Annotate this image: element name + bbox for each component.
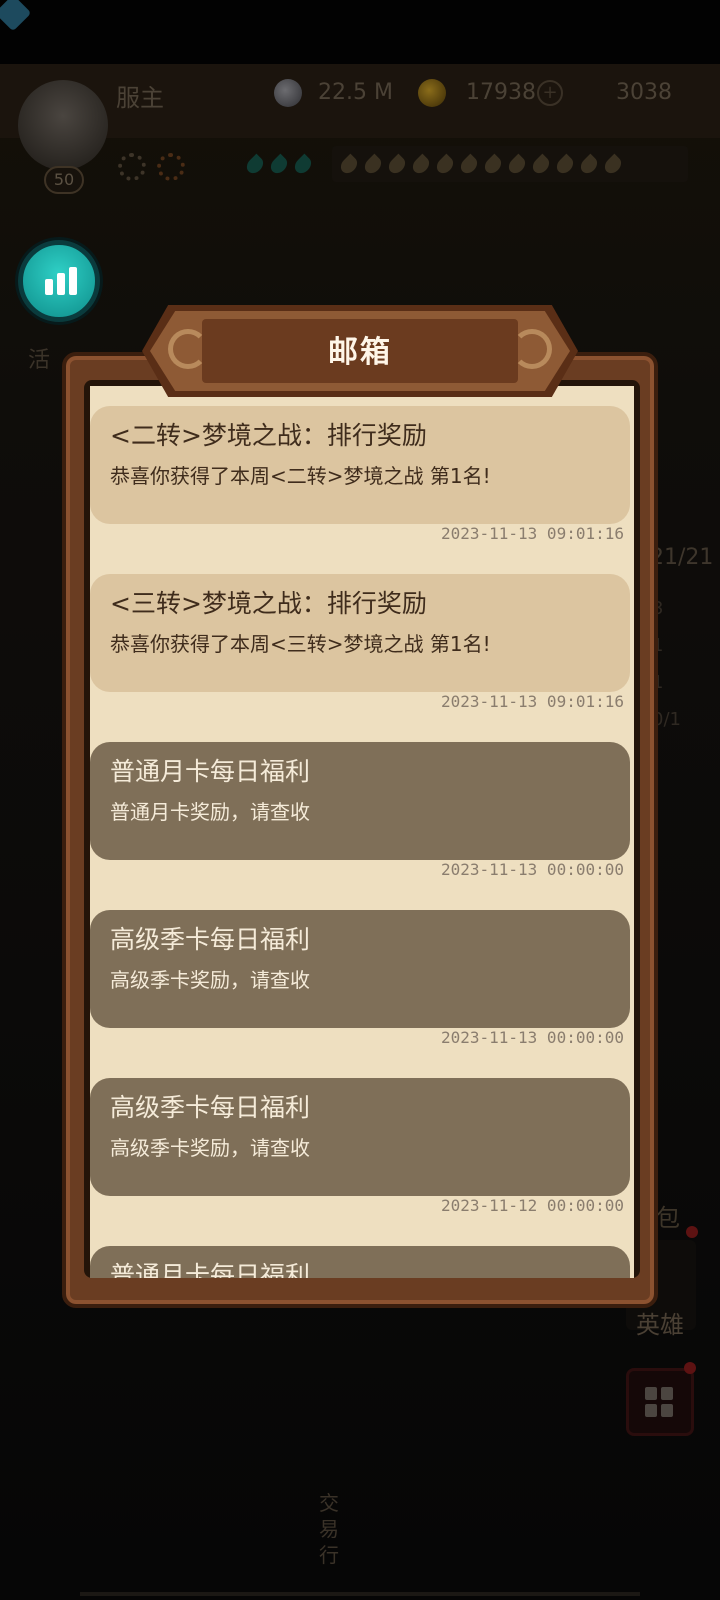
grid-menu-icon xyxy=(645,1387,675,1417)
gear-icon[interactable] xyxy=(118,153,146,181)
gear-icon[interactable] xyxy=(157,153,185,181)
hero-label: 英雄 xyxy=(636,1311,684,1339)
silver-coin-icon xyxy=(274,79,302,107)
mail-body: 高级季卡奖励，请查收 xyxy=(110,968,310,992)
mail-subject: 高级季卡每日福利 xyxy=(110,1093,311,1122)
trade-button[interactable]: 交易行 xyxy=(312,1490,346,1600)
mail-item[interactable]: <二转>梦境之战：排行奖励 恭喜你获得了本周<二转>梦境之战 第1名! xyxy=(90,406,630,524)
bag-label: 包 xyxy=(656,1204,680,1232)
mail-subject: <三转>梦境之战：排行奖励 xyxy=(110,589,427,618)
notification-dot xyxy=(684,1362,696,1374)
mailbox-title-plate: 邮箱 xyxy=(142,305,578,397)
mail-item[interactable]: 高级季卡每日福利 高级季卡奖励，请查收 xyxy=(90,1078,630,1196)
mail-timestamp: 2023-11-13 00:00:00 xyxy=(440,860,624,879)
gem-amount: 3038 xyxy=(616,80,672,105)
silver-amount: 22.5 M xyxy=(318,80,393,105)
mail-item[interactable]: 普通月卡每日福利 普通月卡奖励，请查收 xyxy=(90,742,630,860)
mail-timestamp: 2023-11-13 09:01:16 xyxy=(440,692,624,711)
mail-body: 恭喜你获得了本周<三转>梦境之战 第1名! xyxy=(110,632,491,656)
notification-dot xyxy=(686,1226,698,1238)
mail-timestamp: 2023-11-13 09:01:16 xyxy=(440,524,624,543)
mailbox-title: 邮箱 xyxy=(328,335,392,370)
mail-body: 高级季卡奖励，请查收 xyxy=(110,1136,310,1160)
mail-item[interactable]: 普通月卡每日福利 xyxy=(90,1246,630,1278)
mail-list[interactable]: <二转>梦境之战：排行奖励 恭喜你获得了本周<二转>梦境之战 第1名! 2023… xyxy=(90,386,634,1278)
mail-subject: 普通月卡每日福利 xyxy=(110,757,311,786)
player-avatar[interactable] xyxy=(18,80,108,170)
mail-body: 普通月卡奖励，请查收 xyxy=(110,800,310,824)
menu-button[interactable] xyxy=(626,1368,694,1436)
mail-subject: <二转>梦境之战：排行奖励 xyxy=(110,421,427,450)
mail-body: 恭喜你获得了本周<二转>梦境之战 第1名! xyxy=(110,464,491,488)
gold-amount: 17938 xyxy=(466,80,536,105)
mail-subject: 高级季卡每日福利 xyxy=(110,925,311,954)
mail-timestamp: 2023-11-13 00:00:00 xyxy=(440,1028,624,1047)
level-badge: 50 xyxy=(44,166,84,194)
add-currency-button[interactable]: + xyxy=(537,80,563,106)
mail-item[interactable]: <三转>梦境之战：排行奖励 恭喜你获得了本周<三转>梦境之战 第1名! xyxy=(90,574,630,692)
side-counter: 21/21 xyxy=(650,545,714,570)
gold-coin-icon xyxy=(418,79,446,107)
server-label: 服主 xyxy=(116,84,164,112)
stats-icon xyxy=(45,267,79,295)
stats-button[interactable] xyxy=(18,240,100,322)
bottom-bar xyxy=(80,1592,640,1596)
mail-subject: 普通月卡每日福利 xyxy=(110,1261,311,1278)
mail-item[interactable]: 高级季卡每日福利 高级季卡奖励，请查收 xyxy=(90,910,630,1028)
mail-timestamp: 2023-11-12 00:00:00 xyxy=(440,1196,624,1215)
